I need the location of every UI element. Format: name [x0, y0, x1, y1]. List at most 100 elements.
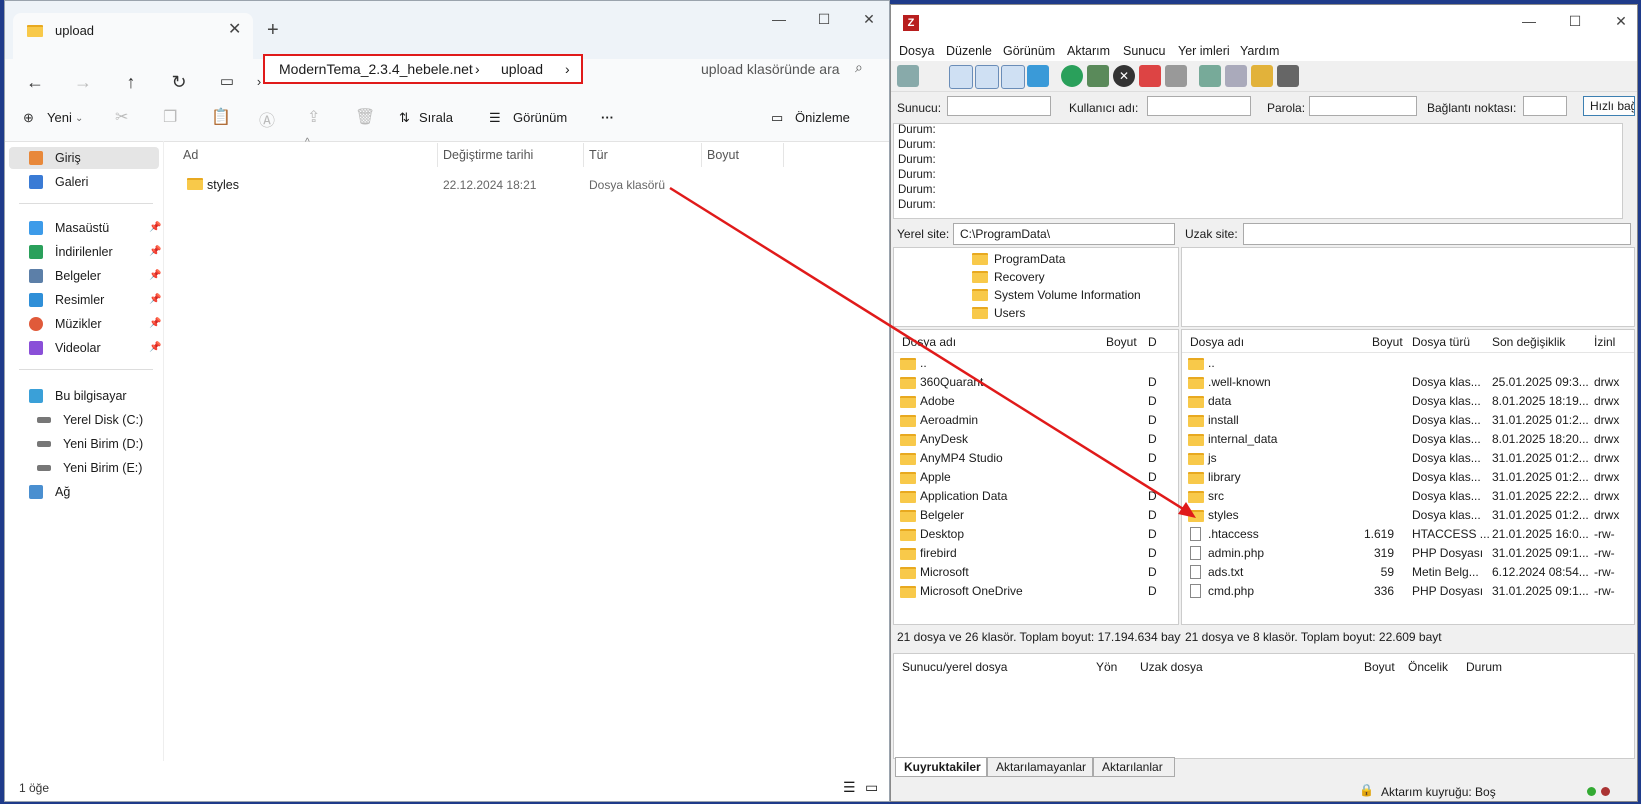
queue-col-priority[interactable]: Öncelik	[1408, 660, 1448, 674]
toggle-log-icon[interactable]	[949, 65, 973, 89]
refresh-icon[interactable]	[1061, 65, 1083, 87]
column-header-date[interactable]: Değiştirme tarihi	[443, 148, 533, 162]
cut-icon[interactable]: ✂	[115, 107, 128, 127]
maximize-button[interactable]: ☐	[808, 11, 840, 28]
sync-browse-icon[interactable]	[1251, 65, 1273, 87]
column-header-permissions[interactable]: İzinl	[1594, 335, 1615, 349]
sidebar-item-home[interactable]: Giriş	[9, 147, 159, 169]
share-icon[interactable]: ⇪	[307, 107, 320, 127]
menu-edit[interactable]: Düzenle	[946, 44, 992, 58]
table-row[interactable]: 360Quarant D	[894, 373, 1178, 392]
view-button[interactable]: Görünüm	[513, 110, 567, 125]
menu-help[interactable]: Yardım	[1240, 44, 1279, 58]
search-icon[interactable]: ⌕	[855, 59, 863, 76]
reconnect-icon[interactable]	[1165, 65, 1187, 87]
sidebar-item-drive-e[interactable]: Yeni Birim (E:)	[17, 457, 167, 479]
table-row[interactable]: Desktop D	[894, 525, 1178, 544]
sort-icon[interactable]: ⇅	[399, 110, 410, 126]
copy-icon[interactable]: ❐	[163, 107, 177, 127]
column-header-size[interactable]: Boyut	[707, 148, 739, 162]
breadcrumb[interactable]: ModernTema_2.3.4_hebele.net › upload ›	[263, 54, 583, 84]
table-row[interactable]: Microsoft D	[894, 563, 1178, 582]
table-row[interactable]: ads.txt 59 Metin Belg... 6.12.2024 08:54...…	[1182, 563, 1634, 582]
sort-button[interactable]: Sırala	[419, 110, 453, 125]
sidebar-item-documents[interactable]: Belgeler 📌	[9, 265, 161, 287]
refresh-icon[interactable]: ↻	[161, 67, 197, 97]
minimize-button[interactable]: —	[1513, 13, 1545, 29]
sidebar-item-desktop[interactable]: Masaüstü 📌	[9, 217, 161, 239]
table-row[interactable]: .well-known Dosya klas... 25.01.2025 09:3.…	[1182, 373, 1634, 392]
minimize-button[interactable]: —	[763, 11, 795, 27]
table-row[interactable]: Microsoft OneDrive D	[894, 582, 1178, 601]
sidebar-item-downloads[interactable]: İndirilenler 📌	[9, 241, 161, 263]
more-button[interactable]: ···	[601, 110, 614, 125]
queue-col-size[interactable]: Boyut	[1364, 660, 1395, 674]
tab-failed[interactable]: Aktarılamayanlar	[987, 757, 1093, 777]
close-window-button[interactable]: ✕	[853, 11, 885, 28]
column-header-type[interactable]: Dosya türü	[1412, 335, 1470, 349]
table-row[interactable]: library Dosya klas... 31.01.2025 01:2... dr…	[1182, 468, 1634, 487]
site-manager-icon[interactable]	[897, 65, 919, 87]
table-row[interactable]: AnyDesk D	[894, 430, 1178, 449]
filter-icon[interactable]	[1087, 65, 1109, 87]
details-view-icon[interactable]: ☰	[843, 779, 856, 796]
sidebar-item-pictures[interactable]: Resimler 📌	[9, 289, 161, 311]
table-row[interactable]: ..	[1182, 354, 1634, 373]
queue-col-local[interactable]: Sunucu/yerel dosya	[902, 660, 1007, 674]
queue-col-status[interactable]: Durum	[1466, 660, 1502, 674]
table-row[interactable]: Apple D	[894, 468, 1178, 487]
menu-transfer[interactable]: Aktarım	[1067, 44, 1110, 58]
table-row[interactable]: ..	[894, 354, 1178, 373]
column-header-filename[interactable]: Dosya adı	[1190, 335, 1244, 349]
cancel-icon[interactable]: ✕	[1113, 65, 1135, 87]
table-row[interactable]: styles Dosya klas... 31.01.2025 01:2... drw…	[1182, 506, 1634, 525]
column-header-name[interactable]: Ad	[183, 148, 198, 162]
preview-icon[interactable]: ▭	[771, 110, 783, 126]
sidebar-item-videos[interactable]: Videolar 📌	[9, 337, 161, 359]
sidebar-item-music[interactable]: Müzikler 📌	[9, 313, 161, 335]
binoculars-icon[interactable]	[1277, 65, 1299, 87]
maximize-button[interactable]: ☐	[1559, 13, 1591, 30]
menu-view[interactable]: Görünüm	[1003, 44, 1055, 58]
search-input[interactable]: upload klasöründe ara ⌕	[695, 57, 875, 83]
tab-upload[interactable]: upload ✕	[13, 13, 253, 59]
column-header-filename[interactable]: Dosya adı	[902, 335, 956, 349]
column-header-modified[interactable]: Son değişiklik	[1492, 335, 1565, 349]
password-input[interactable]	[1309, 96, 1417, 116]
column-header-size[interactable]: Boyut	[1106, 335, 1137, 349]
table-row[interactable]: Adobe D	[894, 392, 1178, 411]
compare-icon[interactable]	[1199, 65, 1221, 87]
sidebar-item-this-pc[interactable]: Bu bilgisayar	[9, 385, 159, 407]
table-row[interactable]: Application Data D	[894, 487, 1178, 506]
close-tab-icon[interactable]: ✕	[228, 19, 241, 39]
table-row[interactable]: cmd.php 336 PHP Dosyası 31.01.2025 09:1... -…	[1182, 582, 1634, 601]
tab-queued[interactable]: Kuyruktakiler	[895, 757, 987, 777]
back-icon[interactable]: ←	[17, 67, 53, 97]
rename-icon[interactable]: Ⓐ	[259, 107, 275, 131]
sidebar-item-drive-d[interactable]: Yeni Birim (D:)	[17, 433, 167, 455]
menu-file[interactable]: Dosya	[899, 44, 934, 58]
local-site-path[interactable]: C:\ProgramData\	[953, 223, 1175, 245]
list-item[interactable]: styles 22.12.2024 18:21 Dosya klasörü	[175, 175, 695, 197]
breadcrumb-item[interactable]: ModernTema_2.3.4_hebele.net	[279, 61, 473, 77]
table-row[interactable]: data Dosya klas... 8.01.2025 18:19... drwx	[1182, 392, 1634, 411]
toggle-queue-icon[interactable]	[1027, 65, 1049, 87]
host-input[interactable]	[947, 96, 1051, 116]
quickconnect-button[interactable]: Hızlı bağ	[1583, 96, 1635, 116]
sidebar-item-drive-c[interactable]: Yerel Disk (C:)	[17, 409, 167, 431]
column-header-type[interactable]: Tür	[589, 148, 608, 162]
table-row[interactable]: Belgeler D	[894, 506, 1178, 525]
sidebar-item-network[interactable]: Ağ	[9, 481, 159, 503]
table-row[interactable]: internal_data Dosya klas... 8.01.2025 18:2…	[1182, 430, 1634, 449]
preview-button[interactable]: Önizleme	[795, 110, 850, 125]
paste-icon[interactable]: 📋	[211, 107, 231, 127]
disconnect-icon[interactable]	[1139, 65, 1161, 87]
search-remote-icon[interactable]	[1225, 65, 1247, 87]
column-header-type[interactable]: D	[1148, 335, 1157, 349]
menu-bookmarks[interactable]: Yer imleri	[1178, 44, 1230, 58]
tab-successful[interactable]: Aktarılanlar	[1093, 757, 1175, 777]
table-row[interactable]: admin.php 319 PHP Dosyası 31.01.2025 09:1..…	[1182, 544, 1634, 563]
table-row[interactable]: firebird D	[894, 544, 1178, 563]
table-row[interactable]: AnyMP4 Studio D	[894, 449, 1178, 468]
queue-col-direction[interactable]: Yön	[1096, 660, 1117, 674]
